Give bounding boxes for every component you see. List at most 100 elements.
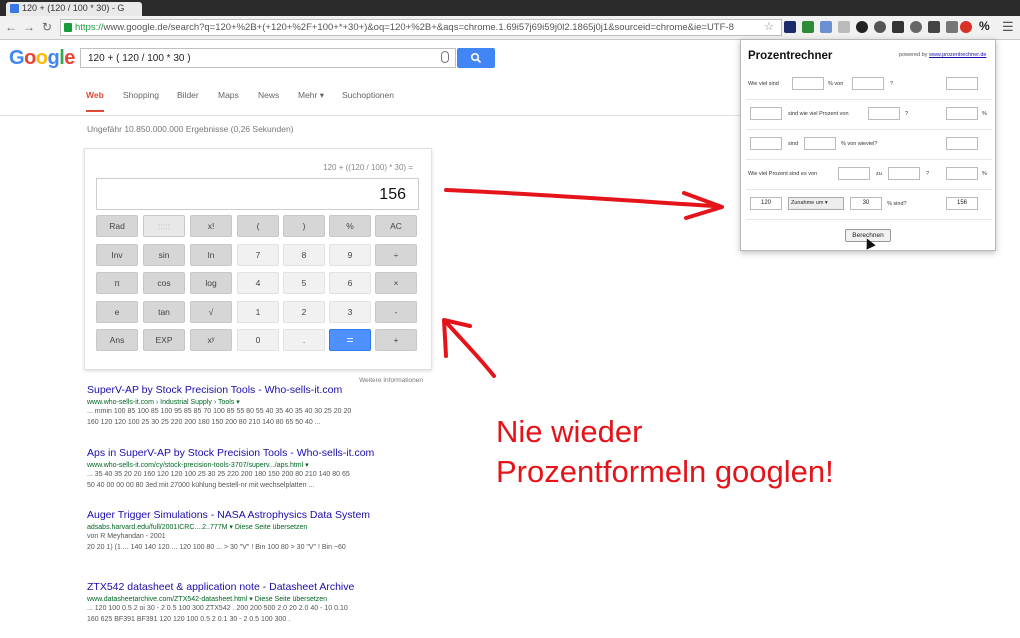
row4-input-1[interactable] (838, 167, 870, 180)
row2-result[interactable] (946, 107, 978, 120)
tab-suchoptionen[interactable]: Suchoptionen (342, 90, 394, 110)
row3-input-2[interactable] (804, 137, 836, 150)
calc-key-close-paren[interactable]: ) (283, 215, 325, 237)
extension-icon-7[interactable] (892, 21, 904, 33)
calc-key-nine[interactable]: 9 (329, 244, 371, 266)
result-url[interactable]: www.datasheetarchive.com/ZTX542-datashee… (87, 595, 427, 603)
calc-key-power[interactable]: xʸ (190, 329, 232, 351)
calc-key-inverse[interactable]: Inv (96, 244, 138, 266)
row4-label-b: zu (876, 171, 882, 177)
search-result: Auger Trigger Simulations - NASA Astroph… (87, 509, 427, 553)
calc-key-grid[interactable]: ::::: (143, 215, 185, 237)
tab-bilder[interactable]: Bilder (177, 90, 199, 110)
calc-key-four[interactable]: 4 (237, 272, 279, 294)
row2-label-a: sind wie viel Prozent von (788, 111, 849, 117)
forward-arrow-icon[interactable]: → (22, 20, 36, 34)
menu-icon[interactable]: ☰ (1002, 19, 1014, 35)
row5-result[interactable]: 156 (946, 197, 978, 210)
calc-key-decimal[interactable]: . (283, 329, 325, 351)
extension-icon-4[interactable] (838, 21, 850, 33)
extension-icon-9[interactable] (928, 21, 940, 33)
extension-icon-5[interactable] (856, 21, 868, 33)
calc-key-multiply[interactable]: × (375, 272, 417, 294)
calc-key-ln[interactable]: ln (190, 244, 232, 266)
row2-input-1[interactable] (750, 107, 782, 120)
percent-extension-icon[interactable]: % (979, 19, 990, 33)
result-title-link[interactable]: Auger Trigger Simulations - NASA Astroph… (87, 509, 427, 521)
calc-key-sin[interactable]: sin (143, 244, 185, 266)
address-bar[interactable]: https://www.google.de/search?q=120+%2B+(… (60, 19, 782, 36)
calc-key-five[interactable]: 5 (283, 272, 325, 294)
calc-key-eight[interactable]: 8 (283, 244, 325, 266)
result-title-link[interactable]: SuperV-AP by Stock Precision Tools - Who… (87, 384, 427, 396)
tab-shopping[interactable]: Shopping (123, 90, 159, 110)
tab-web[interactable]: Web (86, 90, 104, 112)
arrow-to-calculator-head (442, 318, 472, 358)
row5-input-2[interactable]: 30 (850, 197, 882, 210)
row3-input-1[interactable] (750, 137, 782, 150)
result-title-link[interactable]: Aps in SuperV-AP by Stock Precision Tool… (87, 447, 427, 459)
result-url[interactable]: adsabs.harvard.edu/full/2001ICRC....2..7… (87, 523, 427, 531)
tab-news[interactable]: News (258, 90, 279, 110)
tab-maps[interactable]: Maps (218, 90, 239, 110)
row1-result[interactable] (946, 77, 978, 90)
calc-key-divide[interactable]: ÷ (375, 244, 417, 266)
calc-key-e[interactable]: e (96, 301, 138, 323)
row1-input-2[interactable] (852, 77, 884, 90)
gear-icon[interactable] (874, 21, 886, 33)
reload-icon[interactable]: ↻ (40, 20, 54, 34)
calc-key-log[interactable]: log (190, 272, 232, 294)
row5-mode-select[interactable]: Zunahme um ▾ (788, 197, 844, 210)
extension-icon-1[interactable] (784, 21, 796, 33)
calc-key-sqrt[interactable]: √ (190, 301, 232, 323)
row4-result[interactable] (946, 167, 978, 180)
logo-letter: o (35, 47, 48, 69)
calc-key-pi[interactable]: π (96, 272, 138, 294)
arrow-to-popup (444, 188, 716, 208)
bookmark-star-icon[interactable]: ☆ (764, 20, 774, 33)
calc-key-one[interactable]: 1 (237, 301, 279, 323)
google-logo[interactable]: Google (9, 47, 75, 70)
extension-icon-8[interactable] (910, 21, 922, 33)
calc-key-equals[interactable]: = (329, 329, 371, 351)
calc-key-cos[interactable]: cos (143, 272, 185, 294)
result-url[interactable]: www.who-sells-it.com/cy/stock-precision-… (87, 461, 427, 469)
calc-key-clear[interactable]: AC (375, 215, 417, 237)
powered-by-link[interactable]: www.prozentrechner.de (929, 52, 986, 58)
back-arrow-icon[interactable]: ← (4, 20, 18, 34)
row3-result[interactable] (946, 137, 978, 150)
calc-key-three[interactable]: 3 (329, 301, 371, 323)
calc-key-ans[interactable]: Ans (96, 329, 138, 351)
layers-icon[interactable] (946, 21, 958, 33)
extension-icon-3[interactable] (820, 21, 832, 33)
result-url[interactable]: www.who-sells-it.com › Industrial Supply… (87, 398, 427, 406)
search-input[interactable]: 120 + ( 120 / 100 * 30 ) (80, 48, 456, 68)
browser-tab[interactable]: 120 + (120 / 100 * 30) - G (6, 2, 142, 16)
calc-key-open-paren[interactable]: ( (237, 215, 279, 237)
calc-key-minus[interactable]: - (375, 301, 417, 323)
browser-tabstrip: 120 + (120 / 100 * 30) - G (0, 0, 1020, 16)
row5-input-1[interactable]: 120 (750, 197, 782, 210)
search-button[interactable] (457, 48, 495, 68)
row4-input-2[interactable] (888, 167, 920, 180)
extension-icon-2[interactable] (802, 21, 814, 33)
row1-input-1[interactable] (792, 77, 824, 90)
calc-key-tan[interactable]: tan (143, 301, 185, 323)
tab-mehr[interactable]: Mehr ▾ (298, 90, 324, 111)
result-title-link[interactable]: ZTX542 datasheet & application note - Da… (87, 581, 427, 593)
calc-key-zero[interactable]: 0 (237, 329, 279, 351)
microphone-icon[interactable] (441, 51, 449, 63)
calculator-more-info-link[interactable]: Weitere Informationen (359, 377, 423, 384)
calc-key-rad[interactable]: Rad (96, 215, 138, 237)
calc-key-seven[interactable]: 7 (237, 244, 279, 266)
search-result: ZTX542 datasheet & application note - Da… (87, 581, 427, 625)
calc-key-exp[interactable]: EXP (143, 329, 185, 351)
calc-key-percent[interactable]: % (329, 215, 371, 237)
calc-key-two[interactable]: 2 (283, 301, 325, 323)
calc-key-factorial[interactable]: x! (190, 215, 232, 237)
calc-key-plus[interactable]: + (375, 329, 417, 351)
calc-key-six[interactable]: 6 (329, 272, 371, 294)
extension-icon-11[interactable] (960, 21, 972, 33)
powered-by-label: powered by (899, 52, 928, 58)
row2-input-2[interactable] (868, 107, 900, 120)
